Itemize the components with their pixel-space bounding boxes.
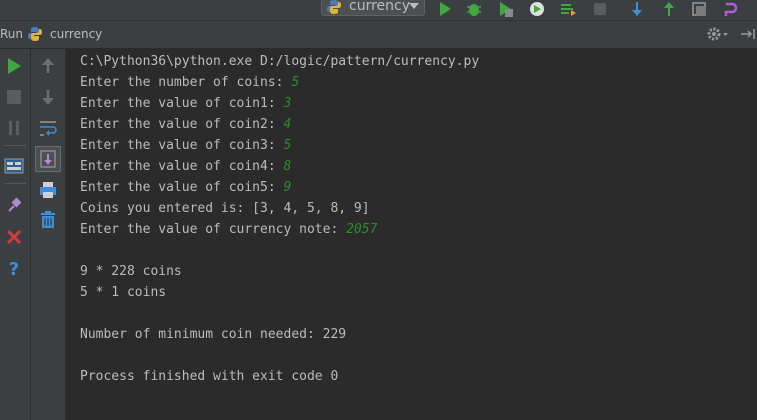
console-user-input: 8	[283, 159, 292, 174]
console-line: Enter the value of coin5: 9	[80, 177, 291, 198]
console-output-text: Number of minimum coin needed: 229	[80, 327, 347, 342]
run-tool-window-header: Run currency	[0, 21, 757, 49]
pause-icon[interactable]	[3, 117, 25, 139]
console-output-text: Coins you entered is: [3, 4, 5, 8, 9]	[80, 201, 370, 216]
console-line: Enter the value of coin1: 3	[80, 93, 291, 114]
stop-icon[interactable]	[591, 0, 609, 18]
scroll-to-end-icon	[40, 150, 56, 168]
console-line: 9 * 228 coins	[80, 261, 182, 282]
console-output-text: 9 * 228 coins	[80, 264, 182, 279]
console-user-input: 3	[283, 96, 292, 111]
profile-icon[interactable]	[528, 0, 546, 18]
console-user-input: 4	[283, 117, 292, 132]
console-user-input: 9	[283, 180, 292, 195]
pin-tab-icon[interactable]	[3, 195, 25, 217]
console-output[interactable]: C:\Python36\python.exe D:/logic/pattern/…	[66, 49, 757, 420]
python-icon	[327, 0, 341, 14]
run-configuration-label: currency	[349, 0, 410, 14]
console-line: Enter the value of coin4: 8	[80, 156, 291, 177]
console-output-text: C:\Python36\python.exe D:/logic/pattern/…	[80, 54, 480, 69]
console-user-input: 2057	[346, 222, 378, 237]
console-actions-toolbar	[31, 49, 66, 420]
vcs-commit-icon[interactable]	[660, 0, 678, 18]
stop-icon[interactable]	[3, 86, 25, 108]
toolbar-separator	[4, 145, 26, 146]
run-configuration-selector[interactable]: currency	[321, 0, 425, 16]
console-output-text: Process finished with exit code 0	[80, 369, 339, 384]
revert-icon[interactable]	[721, 0, 739, 18]
history-icon[interactable]	[691, 0, 709, 18]
chevron-down-icon	[409, 3, 419, 9]
console-line: 5 * 1 coins	[80, 282, 166, 303]
console-user-input: 5	[291, 75, 300, 90]
rerun-icon[interactable]	[3, 55, 25, 77]
console-line: Enter the value of coin2: 4	[80, 114, 291, 135]
up-stack-icon[interactable]	[37, 55, 59, 77]
console-output-text: Enter the value of coin3:	[80, 138, 284, 153]
console-user-input: 5	[283, 138, 292, 153]
console-output-text: Enter the value of coin4:	[80, 159, 284, 174]
console-line: Process finished with exit code 0	[80, 366, 338, 387]
debug-icon[interactable]	[465, 0, 483, 18]
main-toolbar: currency	[0, 0, 757, 21]
console-output-text: Enter the value of coin5:	[80, 180, 284, 195]
soft-wrap-icon[interactable]	[37, 117, 59, 139]
console-line: C:\Python36\python.exe D:/logic/pattern/…	[80, 51, 479, 72]
run-actions-toolbar: ?	[0, 49, 31, 420]
vcs-update-icon[interactable]	[628, 0, 646, 18]
console-line: Enter the value of coin3: 5	[80, 135, 291, 156]
toolbar-separator	[4, 183, 26, 184]
down-stack-icon[interactable]	[37, 86, 59, 108]
run-icon[interactable]	[436, 0, 454, 18]
concurrency-icon[interactable]	[559, 0, 577, 18]
console-line: Enter the value of currency note: 2057	[80, 219, 377, 240]
svg-text:?: ?	[9, 259, 19, 279]
help-icon[interactable]: ?	[3, 257, 25, 279]
gear-icon[interactable]	[706, 26, 730, 42]
restore-layout-icon[interactable]	[3, 155, 25, 177]
scroll-to-end-button[interactable]	[35, 146, 61, 172]
console-output-text: Enter the value of currency note:	[80, 222, 347, 237]
hide-panel-icon[interactable]	[739, 26, 757, 42]
python-icon	[28, 27, 42, 41]
console-output-text: Enter the number of coins:	[80, 75, 292, 90]
console-output-text: Enter the value of coin1:	[80, 96, 284, 111]
console-output-text: 5 * 1 coins	[80, 285, 167, 300]
console-line: Number of minimum coin needed: 229	[80, 324, 346, 345]
console-line: Coins you entered is: [3, 4, 5, 8, 9]	[80, 198, 370, 219]
print-icon[interactable]	[37, 179, 59, 201]
console-output-text: Enter the value of coin2:	[80, 117, 284, 132]
console-line: Enter the number of coins: 5	[80, 72, 299, 93]
run-title: Run	[0, 27, 24, 41]
run-with-coverage-icon[interactable]	[496, 0, 514, 18]
close-icon[interactable]	[3, 226, 25, 248]
clear-all-icon[interactable]	[37, 209, 59, 231]
run-tab-currency[interactable]: currency	[50, 27, 102, 41]
